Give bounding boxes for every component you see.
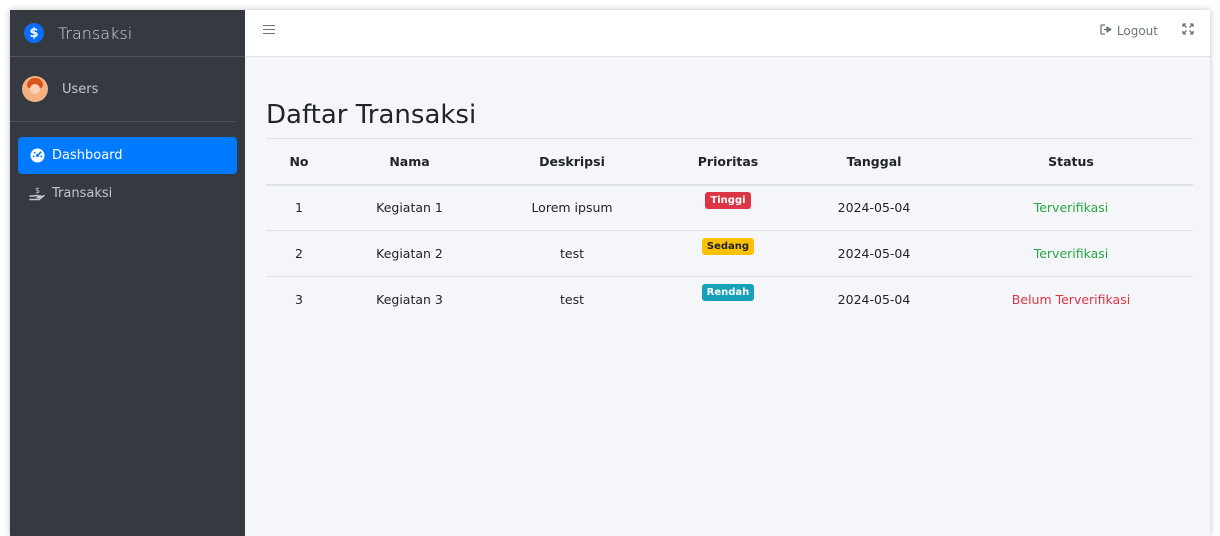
dollar-icon: $ (24, 23, 44, 43)
sidebar-item-label: Dashboard (52, 148, 123, 163)
cell-prioritas: Sedang (657, 230, 799, 277)
column-header-tanggal: Tanggal (799, 138, 949, 186)
column-header-deskripsi: Deskripsi (487, 138, 657, 186)
priority-badge: Tinggi (705, 191, 751, 209)
cell-status: Belum Terverifikasi (949, 276, 1193, 323)
main-content: Daftar Transaksi No Nama Deskripsi Prior… (245, 57, 1210, 536)
cell-tanggal: 2024-05-04 (837, 200, 911, 216)
priority-badge: Rendah (701, 283, 755, 301)
page-title: Daftar Transaksi (266, 100, 477, 130)
cell-status: Terverifikasi (949, 230, 1193, 277)
sidebar-nav: Dashboard $ Transaksi (10, 122, 245, 212)
logout-label: Logout (1116, 24, 1158, 38)
svg-text:$: $ (35, 186, 40, 195)
cell-tanggal: 2024-05-04 (799, 230, 949, 277)
cell-nama: Kegiatan 2 (332, 230, 487, 277)
transaction-table: No Nama Deskripsi Prioritas Tanggal Stat… (266, 138, 1193, 323)
table-header-row: No Nama Deskripsi Prioritas Tanggal Stat… (266, 138, 1193, 186)
column-header-prioritas: Prioritas (657, 138, 799, 186)
priority-badge: Sedang (701, 237, 755, 255)
cell-deskripsi: test (487, 230, 657, 277)
top-navbar: Logout (245, 10, 1210, 57)
hand-holding-dollar-icon: $ (28, 186, 46, 201)
table-row: 3 Kegiatan 3 test Rendah 2024-05-04 Belu… (266, 276, 1193, 323)
cell-prioritas: Tinggi (657, 185, 799, 231)
sign-out-icon (1100, 24, 1113, 38)
column-header-no: No (266, 138, 332, 186)
sidebar-item-dashboard[interactable]: Dashboard (18, 137, 237, 174)
table-row: 2 Kegiatan 2 test Sedang 2024-05-04 Terv… (266, 230, 1193, 277)
brand-title: Transaksi (58, 23, 133, 43)
hamburger-icon[interactable] (263, 25, 275, 35)
brand-link[interactable]: $ Transaksi (10, 10, 245, 57)
cell-prioritas: Rendah (657, 276, 799, 323)
logout-button[interactable]: Logout (1100, 24, 1158, 38)
tachometer-icon (28, 148, 46, 163)
cell-nama: Kegiatan 3 (332, 276, 487, 323)
user-panel[interactable]: Users (10, 57, 235, 122)
cell-status: Terverifikasi (1033, 200, 1109, 216)
cell-nama: Kegiatan 1 (376, 200, 443, 216)
user-avatar-icon (22, 76, 48, 102)
column-header-status: Status (949, 138, 1193, 186)
cell-deskripsi: test (487, 276, 657, 323)
cell-no: 3 (266, 276, 332, 323)
expand-icon[interactable] (1182, 23, 1194, 39)
sidebar-item-label: Transaksi (52, 186, 113, 201)
sidebar-item-transaksi[interactable]: $ Transaksi (18, 175, 237, 212)
cell-deskripsi: Lorem ipsum (531, 200, 613, 216)
app-window: $ Transaksi Users Dashboard $ Transaksi … (10, 10, 1210, 536)
cell-no: 2 (266, 230, 332, 277)
cell-no: 1 (295, 200, 303, 216)
user-name: Users (62, 81, 99, 97)
table-row: 1 Kegiatan 1 Lorem ipsum Tinggi 2024-05-… (266, 185, 1193, 231)
cell-tanggal: 2024-05-04 (799, 276, 949, 323)
sidebar: $ Transaksi Users Dashboard $ Transaksi (10, 10, 245, 536)
column-header-nama: Nama (332, 138, 487, 186)
